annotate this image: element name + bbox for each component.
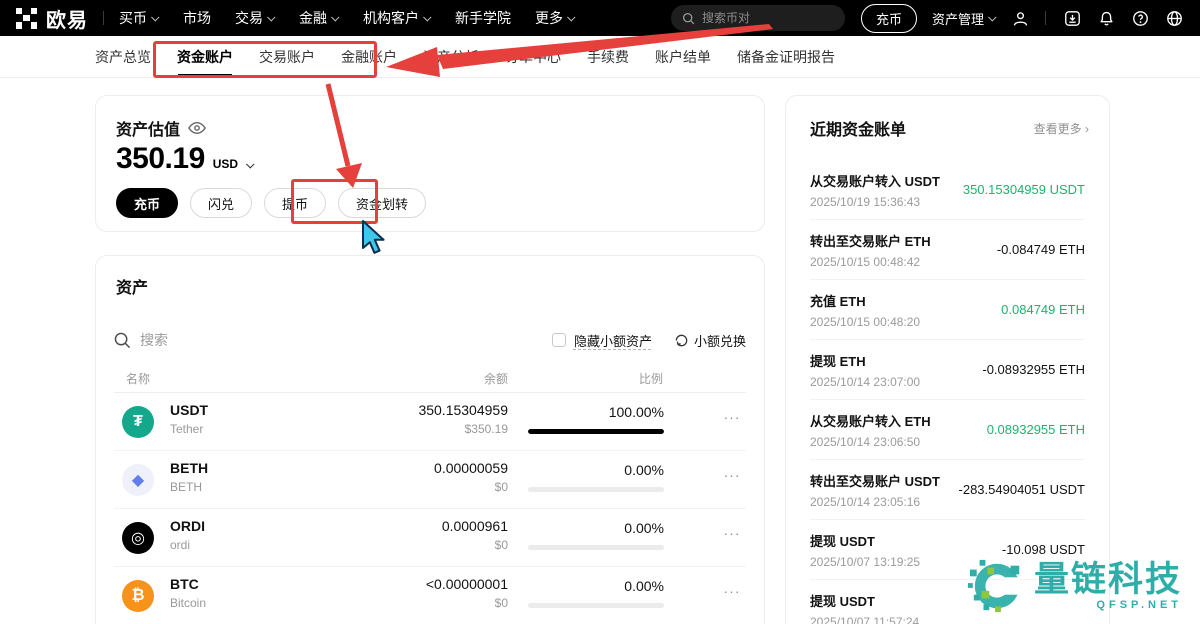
tab-account-statement[interactable]: 账户结单	[655, 36, 711, 77]
chevron-down-icon	[331, 13, 339, 21]
chevron-down-icon	[423, 13, 431, 21]
view-more-link[interactable]: 查看更多 ›	[1034, 120, 1089, 137]
tab-asset-analysis[interactable]: 资产分析	[423, 36, 479, 77]
nav-deposit-button[interactable]: 充币	[861, 4, 917, 33]
withdraw-button[interactable]: 提币	[264, 188, 326, 218]
language-globe-icon[interactable]	[1165, 9, 1184, 28]
row-more-menu[interactable]: ···	[714, 467, 750, 483]
bill-item: 从交易账户转入 ETH2025/10/14 23:06:50 0.0893295…	[810, 400, 1085, 460]
pair-search-field[interactable]	[702, 11, 822, 25]
chevron-down-icon	[567, 13, 575, 21]
asset-row-btc: ₿ BTCBitcoin <0.00000001$0 0.00% ···	[114, 567, 746, 624]
bill-item: 充值 ETH2025/10/15 00:48:20 0.084749 ETH	[810, 280, 1085, 340]
asset-row-usdt: ₮ USDTTether 350.15304959$350.19 100.00%…	[114, 393, 746, 451]
top-navbar: 欧易 买币 市场 交易 金融 机构客户 新手学院 更多 充币 资产管理	[0, 0, 1200, 36]
menu-academy[interactable]: 新手学院	[455, 8, 511, 28]
deposit-button[interactable]: 充币	[116, 188, 178, 218]
nav-divider	[103, 11, 104, 25]
chevron-down-icon	[151, 13, 159, 21]
bill-item: 转出至交易账户 ETH2025/10/15 00:48:42 -0.084749…	[810, 220, 1085, 280]
tab-proof-of-reserves[interactable]: 储备金证明报告	[737, 36, 835, 77]
assets-title: 资产	[116, 274, 148, 298]
tab-order-center[interactable]: 订单中心	[505, 36, 561, 77]
convert-refresh-icon	[674, 333, 689, 348]
okx-logo[interactable]: 欧易	[16, 4, 88, 33]
valuation-title: 资产估值	[116, 116, 180, 140]
help-icon[interactable]	[1131, 9, 1150, 28]
bill-item: 提现 USDT2025/10/07 13:19:25 -10.098 USDT	[810, 520, 1085, 580]
chevron-down-icon	[267, 13, 275, 21]
bill-item: 从交易账户转入 USDT2025/10/19 15:36:43 350.1530…	[810, 160, 1085, 220]
ratio-bar	[528, 603, 664, 608]
okx-logo-icon	[16, 8, 37, 29]
valuation-currency: USD	[213, 157, 238, 171]
download-app-icon[interactable]	[1063, 9, 1082, 28]
menu-buy-crypto[interactable]: 买币	[119, 8, 159, 28]
chevron-down-icon	[988, 13, 996, 21]
row-more-menu[interactable]: ···	[714, 525, 750, 541]
currency-dropdown-icon[interactable]	[246, 160, 254, 168]
eye-icon[interactable]	[188, 121, 206, 135]
bill-item: 转出至交易账户 USDT2025/10/14 23:05:16 -283.549…	[810, 460, 1085, 520]
search-icon	[682, 12, 695, 25]
ratio-bar	[528, 545, 664, 550]
menu-markets[interactable]: 市场	[183, 8, 211, 28]
menu-more[interactable]: 更多	[535, 8, 575, 28]
bills-title: 近期资金账单	[810, 116, 906, 140]
assets-table-header: 名称 余额 比例	[114, 370, 746, 392]
okx-funding-account-page: 欧易 买币 市场 交易 金融 机构客户 新手学院 更多 充币 资产管理	[0, 0, 1200, 624]
tab-funding-account[interactable]: 资金账户	[177, 36, 233, 77]
flash-convert-button[interactable]: 闪兑	[190, 188, 252, 218]
hide-small-assets-label[interactable]: 隐藏小额资产	[574, 331, 652, 350]
tab-assets-overview[interactable]: 资产总览	[95, 36, 151, 77]
assets-card: 资产 隐藏小额资产 小额兑换 名称 余额 比例 ₮ USDTTe	[95, 255, 765, 624]
menu-finance[interactable]: 金融	[299, 8, 339, 28]
asset-search-input[interactable]	[114, 332, 320, 349]
asset-management-menu[interactable]: 资产管理	[932, 9, 996, 28]
notifications-bell-icon[interactable]	[1097, 9, 1116, 28]
menu-institutional[interactable]: 机构客户	[363, 8, 431, 28]
total-valuation: 350.19	[116, 142, 205, 176]
asset-search-field[interactable]	[140, 332, 320, 348]
search-icon	[114, 332, 131, 349]
recent-bills-card: 近期资金账单 查看更多 › 从交易账户转入 USDT2025/10/19 15:…	[785, 95, 1110, 624]
asset-row-beth: ◆ BETHBETH 0.00000059$0 0.00% ···	[114, 451, 746, 509]
tab-earn-account[interactable]: 金融账户	[341, 36, 397, 77]
pair-search-input[interactable]	[671, 5, 845, 31]
valuation-card: 资产估值 350.19 USD 充币 闪兑 提币 资金划转	[95, 95, 765, 232]
assets-tabbar: 资产总览 资金账户 交易账户 金融账户 资产分析 订单中心 手续费 账户结单 储…	[0, 36, 1200, 78]
small-assets-convert-button[interactable]: 小额兑换	[674, 331, 746, 350]
tab-trading-account[interactable]: 交易账户	[259, 36, 315, 77]
tab-fees[interactable]: 手续费	[587, 36, 629, 77]
bill-item: 提现 ETH2025/10/14 23:07:00 -0.08932955 ET…	[810, 340, 1085, 400]
asset-row-ordi: ◎ ORDIordi 0.0000961$0 0.00% ···	[114, 509, 746, 567]
menu-trade[interactable]: 交易	[235, 8, 275, 28]
bill-item: 提现 USDT2025/10/07 11:57:24	[810, 580, 1085, 624]
row-more-menu[interactable]: ···	[714, 583, 750, 599]
brand-name: 欧易	[46, 4, 88, 33]
funds-transfer-button[interactable]: 资金划转	[338, 188, 426, 218]
row-more-menu[interactable]: ···	[714, 409, 750, 425]
profile-icon[interactable]	[1011, 9, 1030, 28]
main-menu: 买币 市场 交易 金融 机构客户 新手学院 更多	[119, 8, 575, 28]
hide-small-assets-checkbox[interactable]	[552, 333, 566, 347]
nav-divider	[1045, 11, 1046, 25]
ratio-bar	[528, 487, 664, 492]
ratio-bar	[528, 429, 664, 434]
